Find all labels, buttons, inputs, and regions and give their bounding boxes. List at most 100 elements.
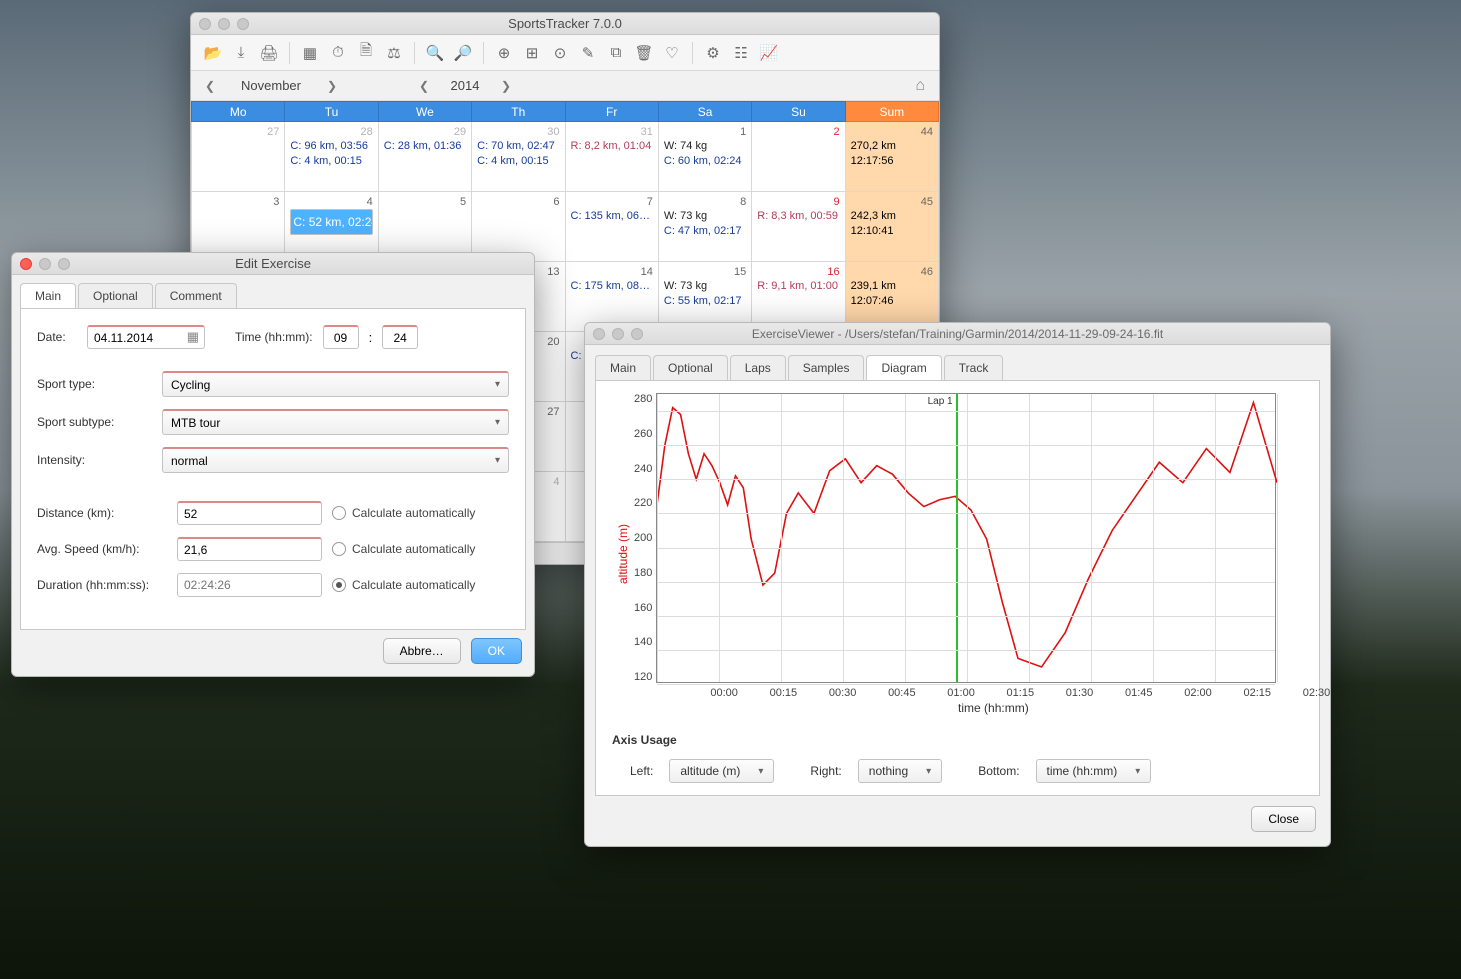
zoom-in-icon[interactable]: 🔍 (423, 41, 447, 65)
avgspeed-label: Avg. Speed (km/h): (37, 542, 167, 556)
time-mm-field[interactable] (382, 325, 418, 349)
sliders-icon[interactable]: ☷ (729, 41, 753, 65)
sport-subtype-select[interactable]: MTB tour (162, 409, 509, 435)
cal-day-cell[interactable]: 6 (472, 192, 565, 262)
avgspeed-autocalc-radio[interactable]: Calculate automatically (332, 542, 475, 556)
bottom-axis-select[interactable]: time (hh:mm) (1036, 759, 1152, 783)
cal-event[interactable]: W: 73 kg (664, 279, 746, 294)
close-button[interactable]: Close (1251, 806, 1316, 832)
tab-optional[interactable]: Optional (78, 283, 153, 308)
zoom-icon[interactable] (237, 18, 249, 30)
cal-day-cell[interactable]: 16R: 9,1 km, 01:00 (752, 262, 845, 332)
avgspeed-field[interactable] (177, 537, 322, 561)
cal-day-cell[interactable]: 30C: 70 km, 02:47C: 4 km, 00:15 (472, 122, 565, 192)
titlebar[interactable]: ExerciseViewer - /Users/stefan/Training/… (585, 323, 1330, 345)
tab-laps[interactable]: Laps (730, 355, 786, 380)
minimize-icon[interactable] (612, 328, 624, 340)
duration-autocalc-radio[interactable]: Calculate automatically (332, 578, 475, 592)
cal-event[interactable]: R: 8,3 km, 00:59 (757, 209, 839, 224)
zoom-icon[interactable] (58, 258, 70, 270)
cal-day-cell[interactable]: 3 (192, 192, 285, 262)
cal-day-cell[interactable]: 9R: 8,3 km, 00:59 (752, 192, 845, 262)
zoom-icon[interactable] (631, 328, 643, 340)
cal-event[interactable]: C: 55 km, 02:17 (664, 294, 746, 309)
next-month-button[interactable]: ❯ (321, 79, 343, 93)
calendar-picker-icon[interactable]: ▦ (187, 329, 199, 345)
next-year-button[interactable]: ❯ (495, 79, 517, 93)
print-icon[interactable]: 🖨 (257, 41, 281, 65)
settings-icon[interactable]: ⚙ (701, 41, 725, 65)
cal-event[interactable]: R: 9,1 km, 01:00 (757, 279, 839, 294)
cancel-button[interactable]: Abbre… (383, 638, 461, 664)
titlebar[interactable]: SportsTracker 7.0.0 (191, 13, 939, 35)
cal-day-cell[interactable]: 14C: 175 km, 08:… (565, 262, 658, 332)
minimize-icon[interactable] (218, 18, 230, 30)
zoom-out-icon[interactable]: 🔎 (451, 41, 475, 65)
cal-event[interactable]: C: 175 km, 08:… (571, 279, 653, 294)
distance-field[interactable] (177, 501, 322, 525)
distance-autocalc-radio[interactable]: Calculate automatically (332, 506, 475, 520)
tab-track[interactable]: Track (944, 355, 1004, 380)
home-icon[interactable]: ⌂ (915, 77, 925, 95)
tab-main[interactable]: Main (20, 283, 76, 308)
copy-icon[interactable]: ⧉ (604, 41, 628, 65)
right-axis-select[interactable]: nothing (858, 759, 942, 783)
cal-event[interactable]: C: 135 km, 06:… (571, 209, 653, 224)
prev-year-button[interactable]: ❮ (413, 79, 435, 93)
cal-day-cell[interactable]: 15W: 73 kgC: 55 km, 02:17 (658, 262, 751, 332)
cal-day-cell[interactable]: 8W: 73 kgC: 47 km, 02:17 (658, 192, 751, 262)
delete-icon[interactable]: 🗑 (632, 41, 656, 65)
cal-event[interactable]: W: 74 kg (664, 139, 746, 154)
intensity-select[interactable]: normal (162, 447, 509, 473)
cal-event[interactable]: C: 60 km, 02:24 (664, 154, 746, 169)
cal-event[interactable]: C: 47 km, 02:17 (664, 224, 746, 239)
prev-month-button[interactable]: ❮ (199, 79, 221, 93)
tab-comment[interactable]: Comment (155, 283, 237, 308)
cal-event[interactable]: C: 70 km, 02:47 (477, 139, 559, 154)
edit-icon[interactable]: ✎ (576, 41, 600, 65)
cal-event[interactable]: C: 52 km, 02:24 (290, 209, 372, 235)
tab-optional[interactable]: Optional (653, 355, 728, 380)
cal-day-cell[interactable]: 28C: 96 km, 03:56C: 4 km, 00:15 (285, 122, 378, 192)
cal-event[interactable]: W: 73 kg (664, 209, 746, 224)
cal-day-cell[interactable]: 2 (752, 122, 845, 192)
add-exercise-icon[interactable]: ⊕ (492, 41, 516, 65)
cal-event[interactable]: R: 8,2 km, 01:04 (571, 139, 653, 154)
cal-day-cell[interactable]: 4C: 52 km, 02:24 (285, 192, 378, 262)
add-note-icon[interactable]: ⊞ (520, 41, 544, 65)
cal-day-cell[interactable]: 27 (192, 122, 285, 192)
add-weight-icon[interactable]: ⊙ (548, 41, 572, 65)
save-icon[interactable]: ⤓ (229, 41, 253, 65)
sport-type-select[interactable]: Cycling (162, 371, 509, 397)
close-icon[interactable] (199, 18, 211, 30)
heart-icon[interactable]: ♡ (660, 41, 684, 65)
cal-day-cell[interactable]: 29C: 28 km, 01:36 (378, 122, 471, 192)
close-icon[interactable] (593, 328, 605, 340)
stopwatch-icon[interactable]: ⏱ (326, 41, 350, 65)
cal-event[interactable]: C: 96 km, 03:56 (290, 139, 372, 154)
ok-button[interactable]: OK (471, 638, 522, 664)
calendar-icon[interactable]: ▦ (298, 41, 322, 65)
cal-event[interactable]: C: 28 km, 01:36 (384, 139, 466, 154)
left-axis-select[interactable]: altitude (m) (669, 759, 774, 783)
chart-icon[interactable]: 📈 (757, 41, 781, 65)
cal-day-cell[interactable]: 5 (378, 192, 471, 262)
time-hh-field[interactable] (323, 325, 359, 349)
cal-event[interactable]: C: 4 km, 00:15 (290, 154, 372, 169)
tab-diagram[interactable]: Diagram (866, 355, 941, 380)
cal-header: Sum (845, 102, 938, 122)
titlebar[interactable]: Edit Exercise (12, 253, 534, 275)
cal-event[interactable]: C: 4 km, 00:15 (477, 154, 559, 169)
cal-header: Th (472, 102, 565, 122)
close-icon[interactable] (20, 258, 32, 270)
cal-day-cell[interactable]: 31R: 8,2 km, 01:04 (565, 122, 658, 192)
note-icon[interactable]: 🗎 (354, 41, 378, 65)
cal-day-cell[interactable]: 1W: 74 kgC: 60 km, 02:24 (658, 122, 751, 192)
minimize-icon[interactable] (39, 258, 51, 270)
tab-samples[interactable]: Samples (788, 355, 865, 380)
open-icon[interactable]: 📂 (201, 41, 225, 65)
cal-day-cell[interactable]: 7C: 135 km, 06:… (565, 192, 658, 262)
tab-main[interactable]: Main (595, 355, 651, 380)
weight-icon[interactable]: ⚖ (382, 41, 406, 65)
lap-marker (956, 394, 958, 682)
